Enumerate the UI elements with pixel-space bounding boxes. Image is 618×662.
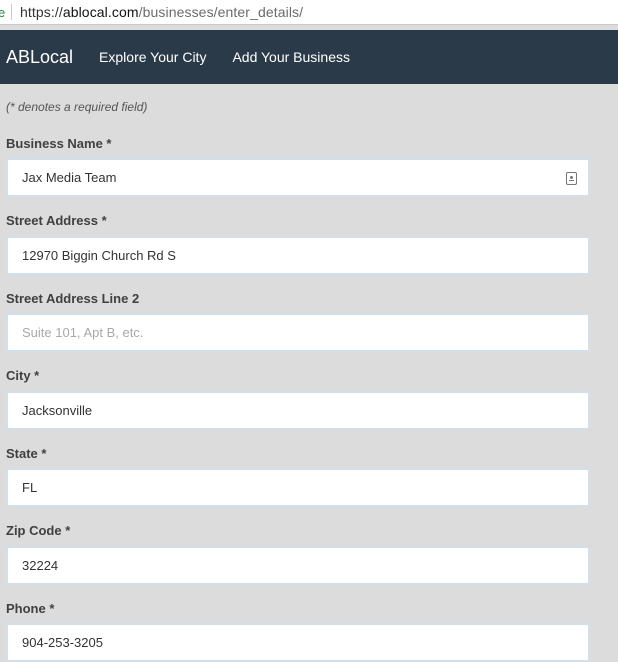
phone-label: Phone * (6, 601, 55, 616)
state-label: State * (6, 446, 47, 461)
phone-input[interactable] (6, 623, 590, 662)
city-input[interactable] (6, 391, 590, 430)
business-name-label: Business Name * (6, 136, 112, 151)
street-address-line2-input[interactable] (6, 313, 590, 352)
address-bar-divider (11, 4, 12, 20)
state-input[interactable] (6, 468, 590, 507)
city-label: City * (6, 368, 40, 383)
url-text[interactable]: https://ablocal.com/businesses/enter_det… (20, 4, 303, 20)
street-address-line2-label: Street Address Line 2 (6, 291, 140, 306)
required-field-note: (* denotes a required field) (6, 100, 148, 114)
contact-card-icon[interactable] (566, 172, 577, 185)
address-bar[interactable]: e https://ablocal.com/businesses/enter_d… (0, 0, 618, 25)
contact-card-icon-body (569, 180, 574, 181)
street-address-label: Street Address * (6, 213, 107, 228)
business-name-input[interactable] (6, 158, 590, 197)
zip-code-label: Zip Code * (6, 523, 71, 538)
business-details-form: (* denotes a required field) Business Na… (0, 84, 618, 662)
brand-logo[interactable]: ABLocal (6, 47, 73, 68)
url-scheme: https:// (20, 4, 63, 20)
zip-code-input[interactable] (6, 546, 590, 585)
url-host: ablocal.com (62, 4, 139, 20)
street-address-input[interactable] (6, 236, 590, 275)
site-navbar: ABLocal Explore Your City Add Your Busin… (0, 30, 618, 84)
url-path: /businesses/enter_details/ (138, 4, 304, 20)
contact-card-icon-head (570, 176, 573, 179)
nav-add-your-business[interactable]: Add Your Business (232, 49, 350, 65)
secure-indicator-icon[interactable]: e (0, 5, 6, 20)
nav-explore-your-city[interactable]: Explore Your City (99, 49, 206, 65)
